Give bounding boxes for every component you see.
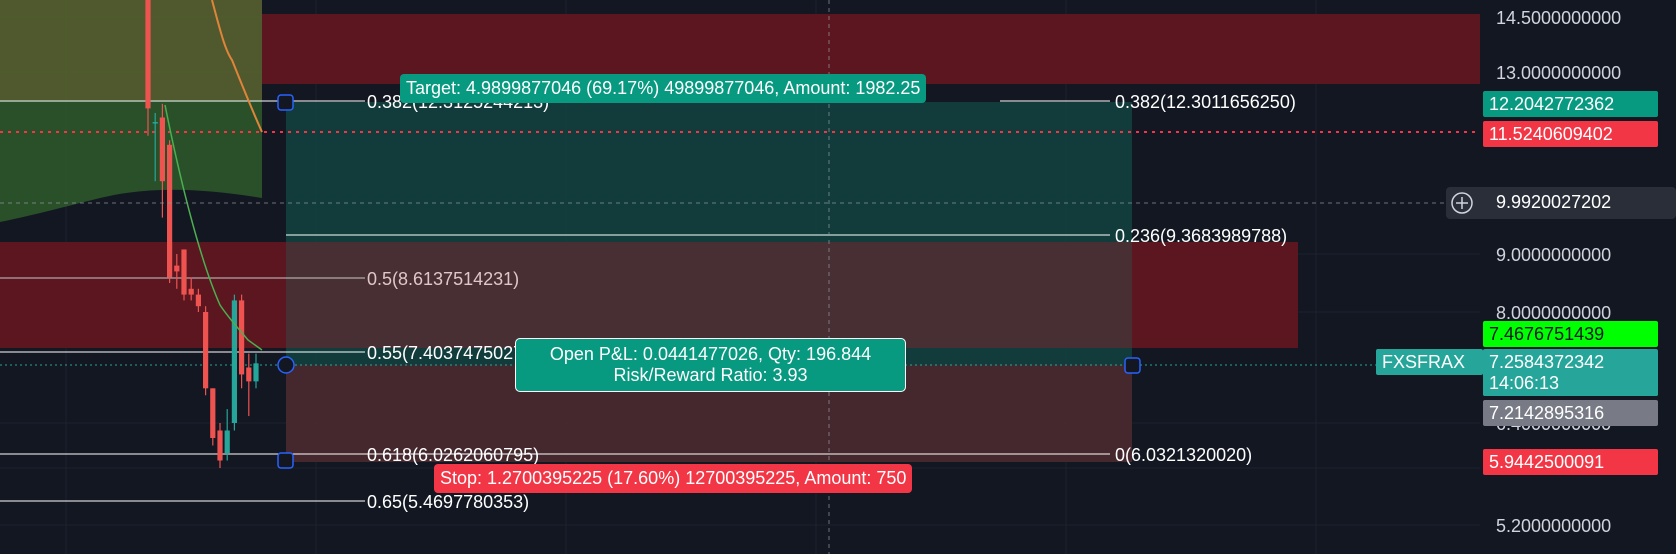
loss-upper-zone	[286, 242, 1132, 348]
pnl-line-1: Open P&L: 0.0441477026, Qty: 196.844	[549, 344, 872, 364]
pnl-line-2: Risk/Reward Ratio: 3.93	[613, 365, 808, 385]
candle-body	[181, 249, 187, 295]
handle-stop[interactable]	[277, 452, 294, 469]
candle-body	[231, 300, 237, 423]
candle-body	[159, 117, 165, 182]
price-axis-tick: 5.2000000000	[1496, 516, 1611, 536]
price-tag-stop: 5.9442500091	[1483, 449, 1658, 475]
candle-body	[195, 294, 201, 307]
candle-body	[217, 430, 223, 461]
handle-target[interactable]	[277, 94, 294, 111]
zone-yellow-band	[0, 0, 262, 100]
candle-body	[224, 430, 230, 453]
candle-body	[239, 300, 245, 375]
candle-body	[152, 122, 158, 124]
fib-right-label: 0(6.0321320020)	[1115, 445, 1252, 465]
candle-body	[188, 288, 194, 295]
fib-left-label: 0.65(5.4697780353)	[367, 492, 529, 512]
candle-body	[253, 363, 259, 382]
candle-body	[203, 312, 209, 389]
candle-body	[246, 367, 252, 382]
price-axis-tick: 8.0000000000	[1496, 303, 1611, 323]
price-tag-high: 7.4676751439	[1483, 321, 1658, 347]
handle-entry-right[interactable]	[1124, 357, 1141, 374]
price-tag-low: 7.2142895316	[1483, 400, 1658, 426]
zone-red-right-mid	[1132, 242, 1298, 348]
pnl-box: Open P&L: 0.0441477026, Qty: 196.844 Ris…	[515, 338, 906, 392]
fib-left-label: 0.618(6.0262060795)	[367, 445, 539, 465]
price-axis-tick: 9.0000000000	[1496, 245, 1611, 265]
price-axis-tick: 13.0000000000	[1496, 63, 1621, 83]
candle-body	[174, 265, 180, 272]
price-axis-tick: 14.5000000000	[1496, 8, 1621, 28]
handle-entry[interactable]	[277, 356, 295, 374]
crosshair-price-label: 9.9920027202	[1496, 192, 1612, 212]
candle-body	[167, 144, 173, 278]
fib-left-label: 0.5(8.6137514231)	[367, 269, 519, 289]
fib-left-label: 0.55(7.4037475027)	[367, 343, 529, 363]
fib-right-label: 0.236(9.3683989788)	[1115, 226, 1287, 246]
countdown-label: 14:06:13	[1483, 372, 1658, 396]
price-tag-target: 12.2042772362	[1483, 91, 1658, 117]
fib-right-label: 0.382(12.3011656250)	[1115, 92, 1296, 112]
price-tag-entry-line: 11.5240609402	[1483, 121, 1658, 147]
target-label: Target: 4.9899877046 (69.17%) 4989987704…	[400, 74, 927, 103]
candle-body	[145, 0, 151, 109]
symbol-badge: FXSFRAX	[1376, 349, 1483, 375]
candle-body	[210, 388, 216, 438]
stop-label: Stop: 1.2700395225 (17.60%) 12700395225,…	[434, 464, 913, 493]
